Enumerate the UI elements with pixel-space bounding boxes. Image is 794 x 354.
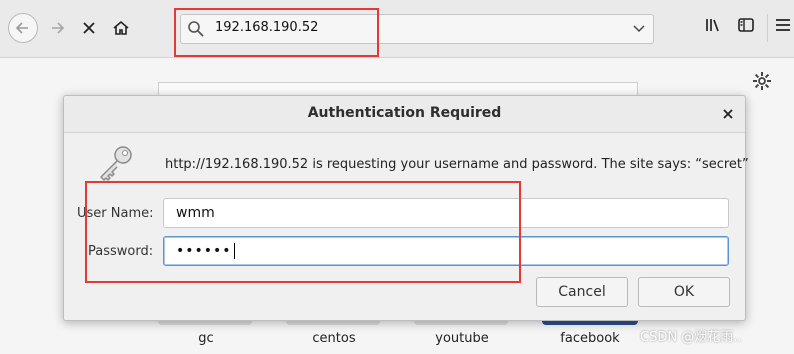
sidebar-icon [738, 18, 754, 32]
sidebar-button[interactable] [737, 16, 755, 38]
highlight-box-url [174, 8, 379, 57]
browser-toolbar: 192.168.190.52 [0, 0, 794, 58]
tile-label-gc: gc [198, 331, 214, 346]
tile-label-facebook: facebook [560, 331, 620, 346]
dialog-title: Authentication Required [307, 105, 502, 121]
key-icon [100, 146, 132, 181]
watermark: CSDN @烟花雨.. [640, 330, 742, 345]
menu-button[interactable] [775, 16, 791, 38]
auth-message: http://192.168.190.52 is requesting your… [165, 157, 749, 172]
library-button[interactable] [704, 16, 722, 38]
dialog-titlebar: Authentication Required [64, 96, 745, 133]
arrow-left-icon [15, 22, 28, 34]
forward-button[interactable] [42, 13, 72, 43]
cancel-button[interactable]: Cancel [536, 277, 628, 307]
close-icon[interactable] [721, 107, 735, 121]
home-button[interactable] [106, 13, 136, 43]
arrow-right-icon [52, 22, 65, 34]
stop-button[interactable] [74, 13, 104, 43]
tile-label-centos: centos [312, 331, 356, 346]
gear-icon[interactable] [752, 71, 772, 91]
highlight-box-fields [85, 181, 521, 283]
library-icon [706, 19, 719, 32]
hamburger-menu-icon [776, 19, 790, 31]
back-button[interactable] [8, 13, 38, 43]
toolbar-divider [767, 14, 768, 42]
home-icon [113, 20, 129, 35]
ok-button[interactable]: OK [638, 277, 730, 307]
tile-label-youtube: youtube [435, 331, 489, 346]
close-icon [83, 22, 95, 34]
chevron-down-icon[interactable] [633, 22, 645, 34]
